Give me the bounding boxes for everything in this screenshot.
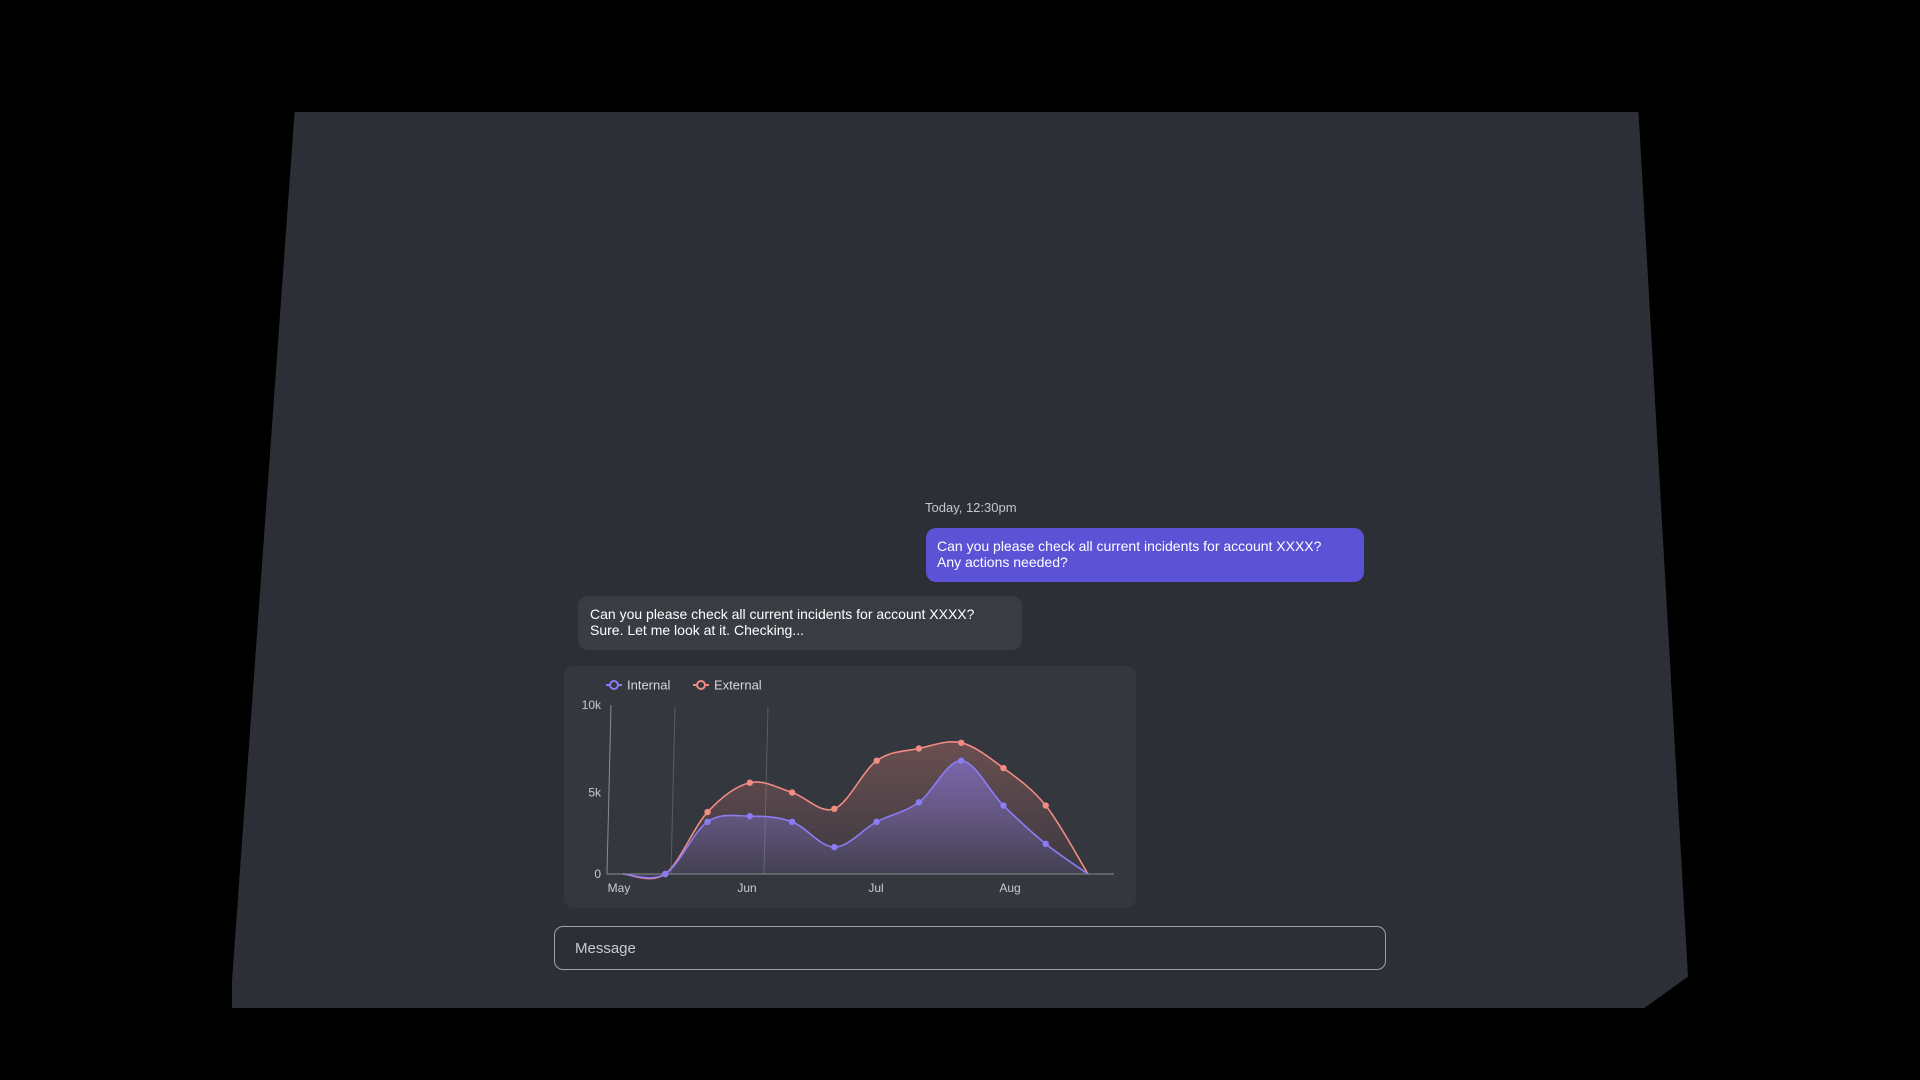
grid-line-0	[670, 706, 676, 875]
internal-point-6	[873, 818, 880, 826]
x-tick-label-3: Aug	[999, 881, 1020, 895]
internal-point-10	[1042, 840, 1049, 848]
message-timestamp: Today, 12:30pm	[925, 500, 1017, 515]
external-point-2	[704, 808, 711, 816]
assistant-message-line-2: Sure. Let me look at it. Checking...	[590, 622, 804, 638]
x-tick-label-2: Jul	[868, 881, 883, 895]
internal-point-5	[831, 843, 838, 851]
internal-point-3	[746, 812, 754, 820]
message-input-box[interactable]	[554, 926, 1386, 970]
external-point-9	[1000, 764, 1007, 772]
incidents-chart-card: 0 5k 10k May Jun Jul Aug Internal External	[564, 666, 1136, 908]
external-point-5	[831, 805, 838, 812]
x-tick-label-0: May	[608, 881, 631, 895]
assistant-message-line-1: Can you please check all current inciden…	[590, 606, 975, 622]
external-point-3	[746, 779, 754, 786]
x-tick-label-1: Jun	[737, 881, 756, 895]
external-point-6	[873, 757, 880, 764]
legend-swatch-dot-0	[609, 680, 619, 690]
legend-label-0: Internal	[627, 678, 670, 693]
external-point-7	[915, 745, 923, 752]
external-point-4	[788, 789, 796, 796]
assistant-message-bubble: Can you please check all current inciden…	[578, 596, 1022, 650]
user-message-bubble: Can you please check all current inciden…	[926, 528, 1364, 582]
internal-point-9	[1000, 802, 1007, 809]
internal-point-4	[788, 818, 796, 826]
y-tick-label-2: 10k	[582, 698, 602, 712]
external-point-10	[1042, 802, 1049, 809]
message-input[interactable]	[573, 938, 1367, 958]
y-axis-line	[606, 704, 612, 875]
internal-point-2	[704, 818, 711, 826]
user-message-line-1: Can you please check all current inciden…	[937, 538, 1322, 554]
legend-label-1: External	[714, 678, 762, 693]
incidents-area-chart: 0 5k 10k May Jun Jul Aug Internal External	[582, 678, 1114, 895]
legend-swatch-dot-1	[696, 680, 706, 690]
user-message-line-2: Any actions needed?	[937, 554, 1068, 570]
internal-point-1	[662, 870, 669, 878]
internal-point-7	[915, 799, 923, 806]
external-point-8	[957, 739, 965, 746]
y-tick-label-1: 5k	[588, 786, 602, 800]
internal-point-8	[957, 757, 965, 764]
y-tick-label-0: 0	[594, 867, 601, 881]
